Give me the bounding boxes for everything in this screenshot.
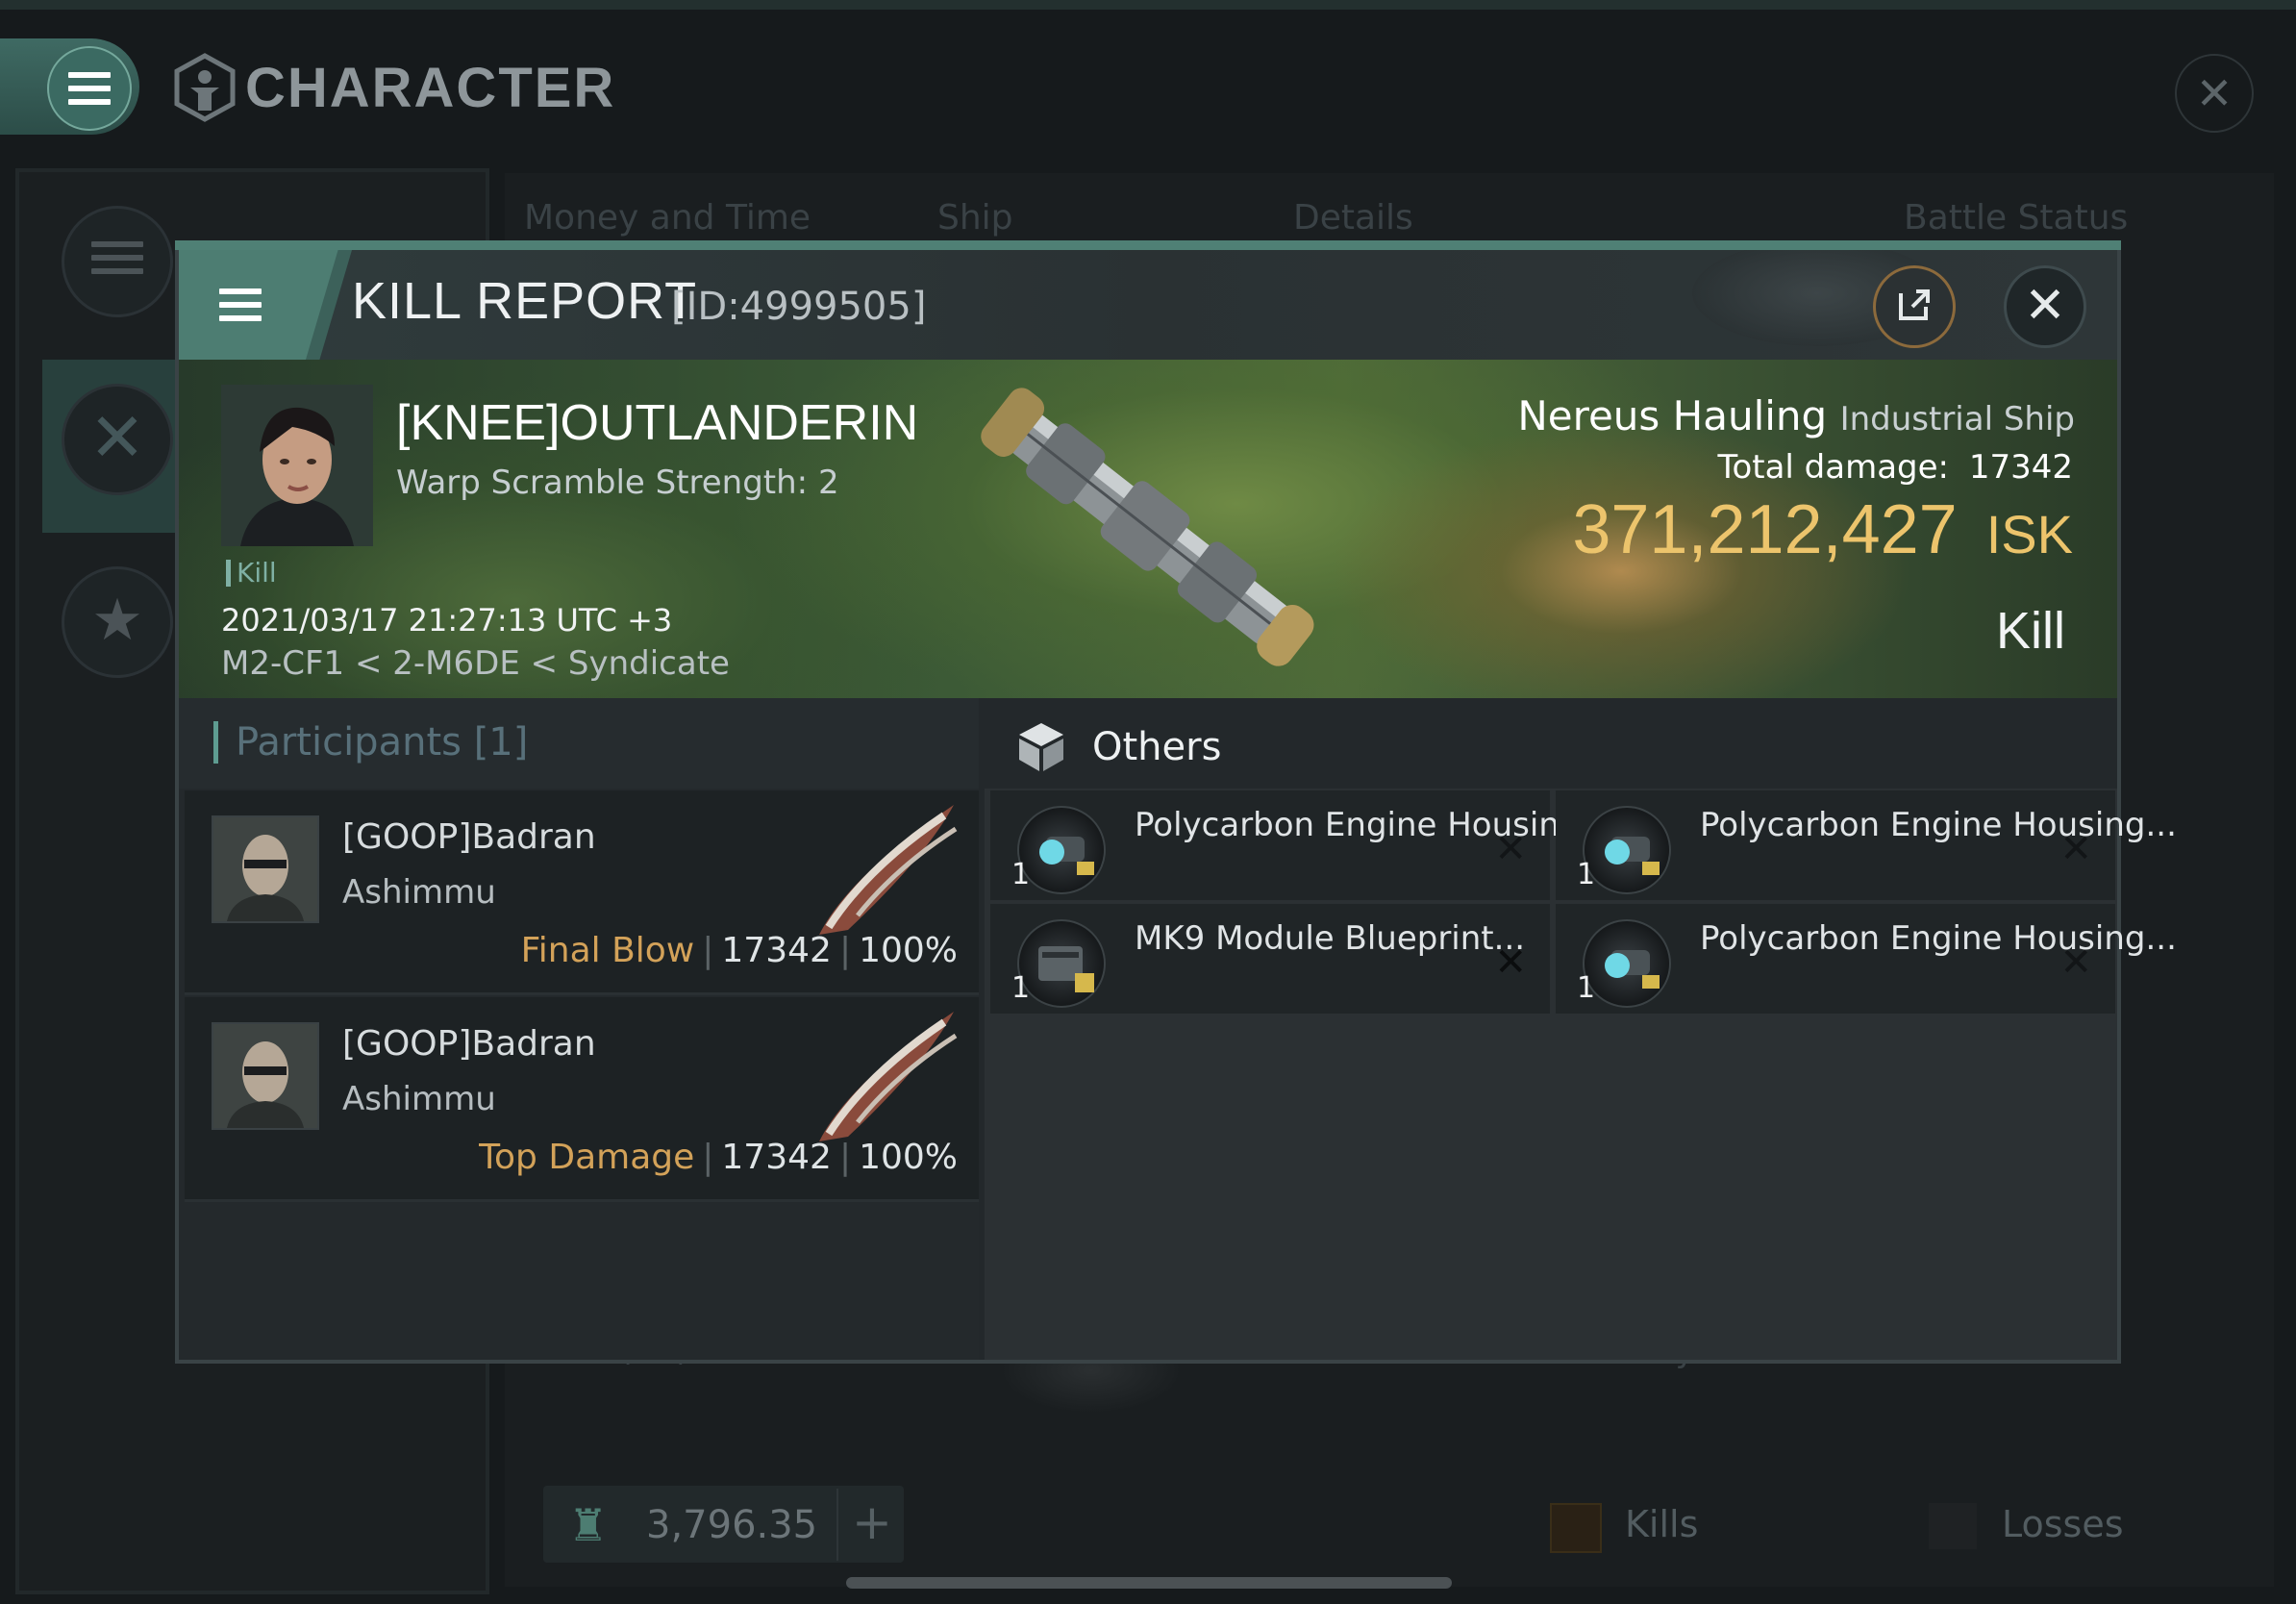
participant-stats: Top Damage | 17342 | 100% (479, 1138, 958, 1177)
engine-housing-icon (1583, 919, 1671, 1008)
losses-filter-label: Losses (2002, 1503, 2124, 1545)
menu-icon (219, 288, 262, 321)
kill-report-title: KILL REPORT (352, 272, 698, 330)
column-header-battle-status: Battle Status (1904, 198, 2129, 238)
close-icon: ✕ (2024, 277, 2066, 335)
share-icon (1899, 289, 1930, 320)
item-quantity: 1 (1577, 971, 1596, 1005)
participant-row[interactable]: [GOOP]Badran Ashimmu Final Blow | 17342 | 10… (185, 790, 979, 995)
participant-row[interactable]: [GOOP]Badran Ashimmu Top Damage | 17342 | 10… (185, 997, 979, 1202)
item-quantity: 1 (1577, 858, 1596, 891)
character-icon (174, 53, 236, 122)
close-button[interactable]: ✕ (2004, 265, 2086, 348)
list-icon (91, 241, 143, 282)
participant-percent: 100% (859, 1138, 958, 1177)
pilot-portrait-image (221, 385, 373, 546)
item-quantity: 1 (1011, 971, 1031, 1005)
warp-scramble-strength: Warp Scramble Strength: 2 (396, 464, 839, 502)
participant-ship-image (819, 805, 958, 935)
participants-title: Participants [1] (213, 721, 528, 764)
star-icon: ★ (91, 587, 143, 654)
total-damage-value: 17342 (1968, 448, 2073, 487)
victim-ship: Nereus Hauling Industrial Ship (1517, 392, 2075, 439)
participant-name: [GOOP]Badran (342, 817, 596, 857)
wallet-value: 3,796.35 (646, 1503, 818, 1547)
pilot-portrait-image (213, 817, 317, 921)
destroyed-mark-icon: ✕ (2059, 940, 2092, 985)
item-quantity: 1 (1011, 858, 1031, 891)
destroyed-mark-icon: ✕ (2059, 827, 2092, 871)
participant-ship-image (819, 1012, 958, 1141)
victim-ship-image (981, 388, 1314, 666)
total-damage-label: Total damage: (1717, 448, 1950, 487)
engine-housing-icon (1017, 806, 1106, 894)
kill-result: Kill (1995, 602, 2065, 660)
destroyed-mark-icon: ✕ (1494, 827, 1527, 871)
participant-damage: 17342 (721, 1138, 832, 1177)
horizontal-scrollbar[interactable] (846, 1577, 1452, 1589)
main-menu-button[interactable] (0, 38, 139, 135)
share-button[interactable] (1873, 265, 1956, 348)
kills-filter-label: Kills (1625, 1503, 1699, 1545)
column-header-money-time: Money and Time (524, 198, 811, 238)
participant-ship: Ashimmu (342, 873, 496, 912)
item-name: Polycarbon Engine Housing... (1700, 806, 2177, 844)
close-icon: ✕ (2195, 67, 2234, 119)
isk-value: 371,212,427 ISK (1572, 490, 2073, 569)
modal-accent-bar (175, 240, 2121, 250)
side-favorites-button[interactable]: ★ (42, 542, 177, 715)
others-title: Others (1092, 725, 1222, 769)
kill-timestamp: 2021/03/17 21:27:13 UTC +3 (221, 602, 673, 639)
participant-stats: Final Blow | 17342 | 100% (520, 931, 958, 970)
kill-report-id: [ID:4999505] (671, 285, 927, 329)
item-row[interactable]: 1 MK9 Module Blueprint... ✕ (990, 904, 1550, 1014)
menu-icon (68, 72, 111, 105)
kills-filter-checkbox[interactable] (1550, 1503, 1602, 1553)
participant-ship: Ashimmu (342, 1080, 496, 1118)
participants-count: [1] (473, 720, 529, 764)
side-combat-button[interactable]: ✕ (42, 360, 177, 533)
victim-ship-class: Industrial Ship (1839, 400, 2075, 439)
participant-damage: 17342 (721, 931, 832, 970)
top-bar (0, 0, 2296, 10)
kill-tag: Kill (226, 560, 277, 587)
participant-percent: 100% (859, 931, 958, 970)
kill-location: M2-CF1 < 2-M6DE < Syndicate (221, 644, 730, 683)
pilot-portrait-image (213, 1024, 317, 1128)
participants-label: Participants (236, 720, 462, 764)
item-name: Polycarbon Engine Housing... (1700, 919, 2177, 958)
add-funds-button[interactable]: + (836, 1489, 906, 1561)
victim-ship-name: Nereus Hauling (1517, 392, 1828, 439)
blueprint-icon (1017, 919, 1106, 1008)
column-header-details: Details (1293, 198, 1413, 238)
item-name: MK9 Module Blueprint... (1135, 919, 1526, 958)
total-damage: Total damage: 17342 (1717, 448, 2073, 487)
item-name: Polycarbon Engine Housing... (1135, 806, 1611, 844)
item-row[interactable]: 1 Polycarbon Engine Housing... ✕ (1556, 904, 2177, 1014)
participant-role: Final Blow (520, 931, 695, 970)
isk-amount: 371,212,427 (1572, 491, 1958, 568)
participant-avatar (212, 1022, 319, 1130)
isk-unit: ISK (1985, 504, 2073, 564)
destroyed-mark-icon: ✕ (1494, 940, 1527, 985)
losses-filter-checkbox[interactable] (1929, 1503, 1977, 1549)
cargo-box-icon (1019, 723, 1063, 771)
item-row[interactable]: 1 Polycarbon Engine Housing... ✕ (1556, 790, 2177, 900)
background-close-button[interactable]: ✕ (2175, 54, 2254, 133)
engine-housing-icon (1583, 806, 1671, 894)
side-menu-button[interactable] (42, 182, 177, 355)
item-row[interactable]: 1 Polycarbon Engine Housing... ✕ (990, 790, 1611, 900)
victim-portrait[interactable] (221, 385, 373, 546)
participant-avatar (212, 815, 319, 923)
participant-role: Top Damage (479, 1138, 695, 1177)
column-header-ship: Ship (937, 198, 1013, 238)
participant-name: [GOOP]Badran (342, 1024, 596, 1064)
crossed-swords-icon: ✕ (88, 398, 146, 477)
isk-wallet-icon: ♜ (568, 1499, 609, 1551)
victim-name: [KNEE]OUTLANDERIN (396, 395, 919, 451)
page-title: CHARACTER (245, 57, 616, 119)
